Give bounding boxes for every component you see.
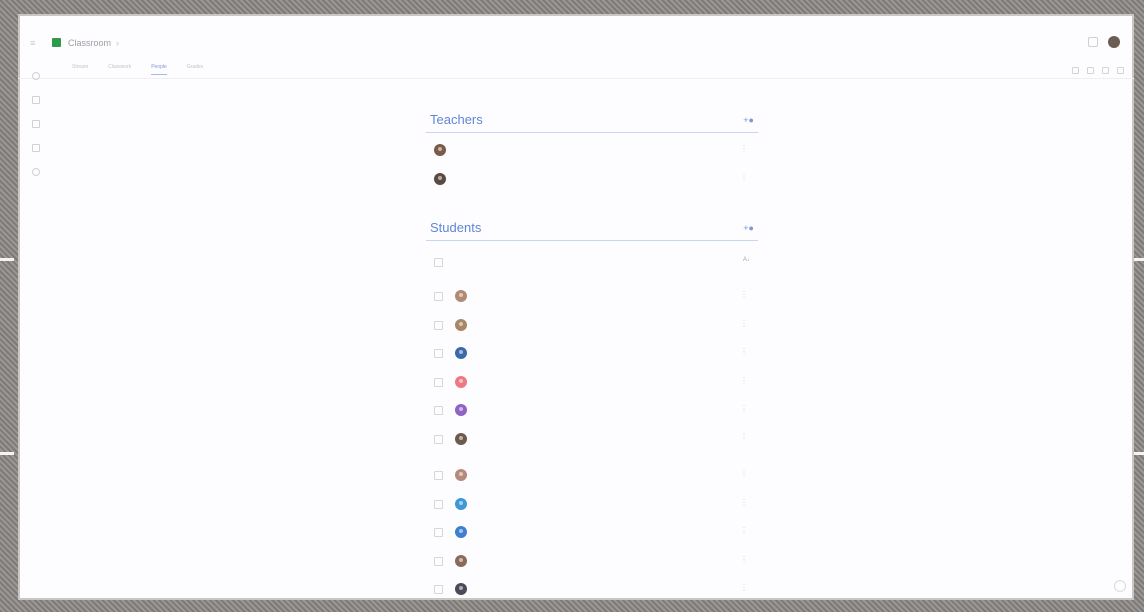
teaching-icon[interactable] xyxy=(32,120,40,128)
avatar xyxy=(455,347,467,359)
calendar-icon[interactable] xyxy=(32,96,40,104)
more-icon[interactable] xyxy=(1117,67,1124,74)
tab-grades[interactable]: Grades xyxy=(187,64,203,75)
more-vert-icon[interactable]: ⋮ xyxy=(740,556,748,564)
student-row[interactable]: ⋮ xyxy=(434,581,758,597)
student-row[interactable]: ⋮ xyxy=(434,524,758,540)
help-icon[interactable] xyxy=(1114,580,1126,592)
settings-icon[interactable] xyxy=(1102,67,1109,74)
bezel-mark xyxy=(0,258,14,261)
more-vert-icon[interactable]: ⋮ xyxy=(740,145,748,153)
row-checkbox[interactable] xyxy=(434,470,443,480)
tab-classwork[interactable]: Classwork xyxy=(108,64,131,75)
more-vert-icon[interactable]: ⋮ xyxy=(740,527,748,535)
avatar xyxy=(434,173,446,185)
apps-icon[interactable] xyxy=(1088,37,1098,47)
teacher-row[interactable]: ⋮ xyxy=(434,171,758,187)
student-row[interactable]: ⋮ xyxy=(434,374,758,390)
archive-icon[interactable] xyxy=(32,144,40,152)
more-vert-icon[interactable]: ⋮ xyxy=(740,405,748,413)
teachers-header: Teachers +● xyxy=(426,110,758,133)
menu-icon[interactable]: ≡ xyxy=(30,39,38,48)
tab-stream[interactable]: Stream xyxy=(72,64,88,75)
student-row[interactable]: ⋮ xyxy=(434,553,758,569)
select-all-checkbox[interactable] xyxy=(434,258,443,267)
avatar xyxy=(455,290,467,302)
row-checkbox[interactable] xyxy=(434,556,443,566)
row-checkbox[interactable] xyxy=(434,348,443,358)
more-vert-icon[interactable]: ⋮ xyxy=(740,320,748,328)
student-row[interactable]: ⋮ xyxy=(434,317,758,333)
sort-icon[interactable]: A↓ xyxy=(743,257,750,263)
screen: ≡ Classroom › Stream Classwork People Gr… xyxy=(18,14,1134,600)
more-vert-icon[interactable]: ⋮ xyxy=(740,584,748,592)
student-row[interactable]: ⋮ xyxy=(434,431,758,447)
classroom-logo-icon xyxy=(52,38,61,47)
calendar-icon[interactable] xyxy=(1072,67,1079,74)
more-vert-icon[interactable]: ⋮ xyxy=(740,174,748,182)
student-row[interactable]: ⋮ xyxy=(434,467,758,483)
row-checkbox[interactable] xyxy=(434,405,443,415)
students-title: Students xyxy=(430,220,482,235)
select-all-row: A↓ xyxy=(434,254,758,270)
more-vert-icon[interactable]: ⋮ xyxy=(740,291,748,299)
row-checkbox[interactable] xyxy=(434,527,443,537)
avatar xyxy=(455,469,467,481)
add-person-icon[interactable]: +● xyxy=(743,115,754,125)
settings-icon[interactable] xyxy=(32,168,40,176)
avatar xyxy=(455,498,467,510)
drive-folder-icon[interactable] xyxy=(1087,67,1094,74)
teacher-row[interactable]: ⋮ xyxy=(434,142,758,158)
tab-people[interactable]: People xyxy=(151,64,167,75)
more-vert-icon[interactable]: ⋮ xyxy=(740,434,748,442)
avatar xyxy=(455,555,467,567)
more-vert-icon[interactable]: ⋮ xyxy=(740,470,748,478)
student-row[interactable]: ⋮ xyxy=(434,402,758,418)
row-checkbox[interactable] xyxy=(434,320,443,330)
app-name[interactable]: Classroom xyxy=(68,38,111,48)
people-panel: Teachers +● ⋮ ⋮ Students +● A↓ ⋮ ⋮ ⋮ ⋮ ⋮… xyxy=(426,14,774,600)
left-rail xyxy=(26,72,46,192)
more-vert-icon[interactable]: ⋮ xyxy=(740,377,748,385)
row-checkbox[interactable] xyxy=(434,499,443,509)
account-avatar[interactable] xyxy=(1108,36,1120,48)
row-checkbox[interactable] xyxy=(434,434,443,444)
avatar xyxy=(434,144,446,156)
avatar xyxy=(455,583,467,595)
students-header: Students +● xyxy=(426,218,758,241)
tab-tools xyxy=(1072,67,1124,74)
more-vert-icon[interactable]: ⋮ xyxy=(740,499,748,507)
breadcrumb-separator-icon: › xyxy=(116,38,119,48)
avatar xyxy=(455,404,467,416)
student-row[interactable]: ⋮ xyxy=(434,288,758,304)
row-checkbox[interactable] xyxy=(434,291,443,301)
add-person-icon[interactable]: +● xyxy=(743,223,754,233)
student-row[interactable]: ⋮ xyxy=(434,345,758,361)
tab-bar: Stream Classwork People Grades xyxy=(72,64,203,75)
avatar xyxy=(455,376,467,388)
home-icon[interactable] xyxy=(32,72,40,80)
row-checkbox[interactable] xyxy=(434,584,443,594)
more-vert-icon[interactable]: ⋮ xyxy=(740,348,748,356)
bezel-mark xyxy=(0,452,14,455)
avatar xyxy=(455,433,467,445)
student-row[interactable]: ⋮ xyxy=(434,496,758,512)
top-right-controls xyxy=(1088,36,1120,48)
teachers-title: Teachers xyxy=(430,112,483,127)
avatar xyxy=(455,319,467,331)
row-checkbox[interactable] xyxy=(434,377,443,387)
avatar xyxy=(455,526,467,538)
